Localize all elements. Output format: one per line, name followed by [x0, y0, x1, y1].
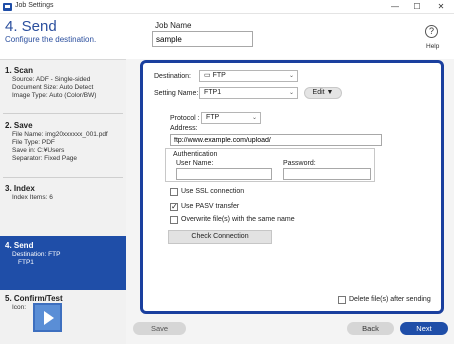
sidebar-item-title: 4. Send	[5, 241, 34, 250]
destination-label: Destination:	[154, 73, 191, 80]
sidebar-item-detail: Icon:	[12, 304, 27, 311]
sidebar-item-detail: Save in: C:¥Users	[12, 147, 65, 154]
sidebar-item-confirm[interactable]: 5. Confirm/Test Icon:	[0, 294, 126, 312]
sidebar: 1. Scan Source: ADF - Single-sided Docum…	[0, 59, 133, 344]
job-name-input[interactable]	[152, 31, 253, 47]
page-subtitle: Configure the destination.	[5, 35, 97, 44]
sidebar-item-detail: Destination: FTP	[12, 251, 61, 258]
app-icon	[3, 3, 12, 11]
job-name-label: Job Name	[155, 21, 192, 30]
chevron-down-icon: ⌄	[288, 90, 294, 96]
sidebar-item-detail: FTP1	[18, 259, 34, 266]
sidebar-item-detail: File Type: PDF	[12, 139, 55, 146]
destination-value: FTP	[212, 72, 226, 79]
chevron-down-icon: ⌄	[251, 115, 257, 121]
pasv-label: Use PASV transfer	[181, 203, 240, 210]
sidebar-item-title: 2. Save	[5, 121, 33, 130]
sidebar-item-detail: Document Size: Auto Detect	[12, 84, 94, 91]
edit-button[interactable]: Edit ▼	[304, 87, 342, 99]
sidebar-item-title: 1. Scan	[5, 66, 34, 75]
sidebar-item-detail: Separator: Fixed Page	[12, 155, 78, 162]
protocol-label: Protocol :	[170, 115, 200, 122]
title-bar: Job Settings — ☐ ✕	[0, 0, 454, 14]
sidebar-item-send[interactable]: 4. Send Destination: FTP FTP1	[0, 236, 133, 290]
sidebar-item-title: 5. Confirm/Test	[5, 294, 63, 303]
password-input[interactable]	[283, 168, 371, 180]
sidebar-item-index[interactable]: 3. Index Index Items: 6	[0, 184, 126, 202]
maximize-button[interactable]: ☐	[406, 0, 428, 13]
protocol-select[interactable]: FTP ⌄	[201, 112, 261, 124]
protocol-value: FTP	[206, 114, 220, 121]
minimize-button[interactable]: —	[384, 0, 406, 13]
window-title: Job Settings	[15, 2, 54, 9]
sidebar-item-detail: Index Items: 6	[12, 194, 53, 201]
page-title: 4. Send	[5, 18, 57, 35]
save-button[interactable]: Save	[133, 322, 186, 335]
ssl-checkbox[interactable]	[170, 188, 178, 196]
address-label: Address:	[170, 125, 198, 132]
close-button[interactable]: ✕	[430, 0, 452, 13]
sidebar-item-detail: File Name: img20xxxxxx_001.pdf	[12, 131, 108, 138]
setting-name-value: FTP1	[204, 89, 222, 96]
destination-select[interactable]: ▭ FTP ⌄	[199, 70, 298, 82]
sidebar-item-title: 3. Index	[5, 184, 35, 193]
check-connection-button[interactable]: Check Connection	[168, 230, 272, 244]
sidebar-item-detail: Image Type: Auto (Color/BW)	[12, 92, 97, 99]
divider	[3, 113, 123, 114]
delete-after-send-checkbox[interactable]	[338, 296, 346, 304]
sidebar-item-detail: Source: ADF - Single-sided	[12, 76, 91, 83]
setting-name-select[interactable]: FTP1 ⌄	[199, 87, 298, 99]
overwrite-label: Overwrite file(s) with the same name	[181, 216, 295, 223]
help-label[interactable]: Help	[426, 43, 439, 50]
pasv-checkbox[interactable]	[170, 202, 178, 211]
delete-after-send-label: Delete file(s) after sending	[349, 296, 431, 303]
sidebar-item-save[interactable]: 2. Save File Name: img20xxxxxx_001.pdf F…	[0, 121, 126, 163]
sidebar-item-scan[interactable]: 1. Scan Source: ADF - Single-sided Docum…	[0, 66, 126, 100]
divider	[3, 177, 123, 178]
address-input[interactable]	[170, 134, 382, 146]
help-icon[interactable]: ?	[425, 25, 438, 38]
setting-name-label: Setting Name:	[154, 90, 199, 97]
next-button[interactable]: Next	[400, 322, 448, 335]
chevron-down-icon: ⌄	[288, 73, 294, 79]
password-label: Password:	[283, 160, 316, 167]
ssl-label: Use SSL connection	[181, 188, 245, 195]
ftp-icon: ▭	[204, 72, 213, 79]
user-name-label: User Name:	[176, 160, 214, 167]
user-name-input[interactable]	[176, 168, 272, 180]
back-button[interactable]: Back	[347, 322, 394, 335]
overwrite-checkbox[interactable]	[170, 216, 178, 224]
send-icon[interactable]	[33, 303, 62, 332]
authentication-title: Authentication	[173, 151, 218, 158]
